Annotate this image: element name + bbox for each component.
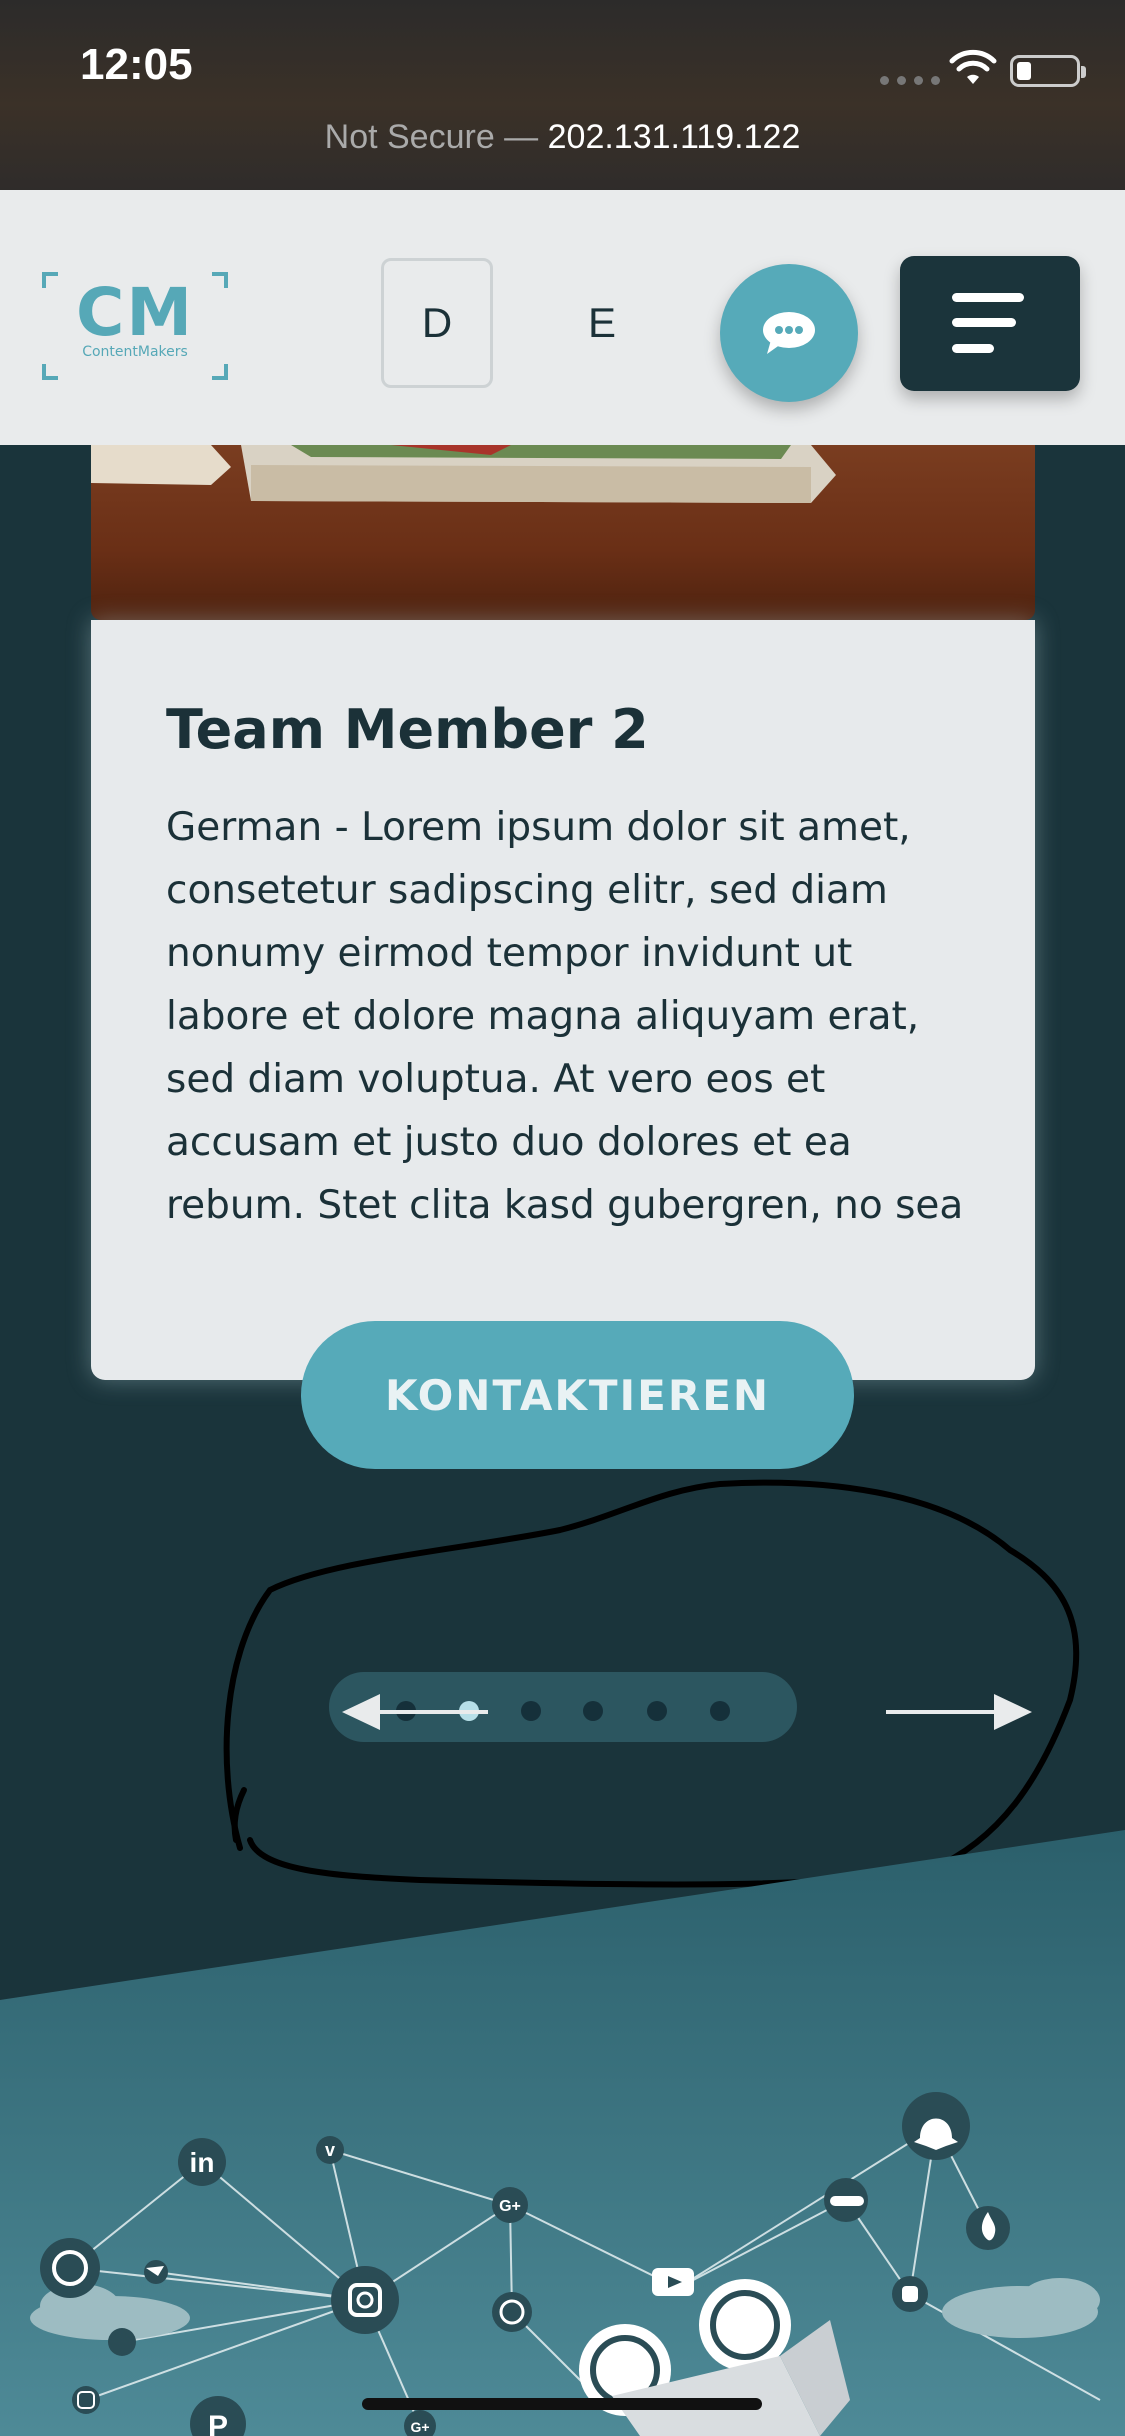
language-de-button[interactable]: D (381, 258, 493, 388)
url-host: 202.131.119.122 (547, 118, 801, 156)
status-bar: 12:05 Not Secure — 202.131.119.122 (0, 0, 1125, 190)
battery-icon (1010, 55, 1086, 87)
language-en-button[interactable]: E (546, 258, 658, 388)
slider-prev-arrow-icon[interactable] (338, 1692, 488, 1732)
svg-text:P: P (208, 2410, 228, 2436)
svg-text:G+: G+ (499, 2198, 521, 2215)
slider-dot[interactable] (647, 1701, 667, 1721)
menu-button[interactable] (900, 256, 1080, 391)
slider-dot[interactable] (521, 1701, 541, 1721)
contact-button[interactable]: KONTAKTIEREN (301, 1321, 854, 1469)
chat-bubble-icon (763, 312, 815, 354)
wifi-icon (949, 49, 997, 84)
logo[interactable]: CM ContentMakers (42, 272, 228, 380)
social-network-illustration: in v G+ G+ P (0, 1830, 1125, 2436)
logo-mark: CM (75, 274, 195, 351)
home-indicator (362, 2398, 762, 2410)
slider-next-arrow-icon[interactable] (886, 1692, 1036, 1732)
logo-text: ContentMakers (82, 344, 188, 360)
svg-text:G+: G+ (410, 2419, 429, 2435)
card-title: Team Member 2 (166, 698, 649, 761)
chat-button[interactable] (720, 264, 858, 402)
svg-text:in: in (190, 2147, 215, 2178)
card-description: German - Lorem ipsum dolor sit amet, con… (166, 805, 964, 1228)
cellular-signal-icon (880, 76, 940, 85)
url-bar[interactable]: Not Secure — 202.131.119.122 (0, 118, 1125, 157)
team-member-card: Team Member 2 German - Lorem ipsum dolor… (91, 620, 1035, 1380)
status-time: 12:05 (80, 40, 193, 89)
svg-text:v: v (325, 2140, 335, 2160)
slider-dot[interactable] (710, 1701, 730, 1721)
url-security-label: Not Secure — (324, 118, 539, 156)
slider-dot[interactable] (583, 1701, 603, 1721)
team-member-photo (91, 445, 1035, 620)
site-header: CM ContentMakers D E (0, 190, 1125, 445)
